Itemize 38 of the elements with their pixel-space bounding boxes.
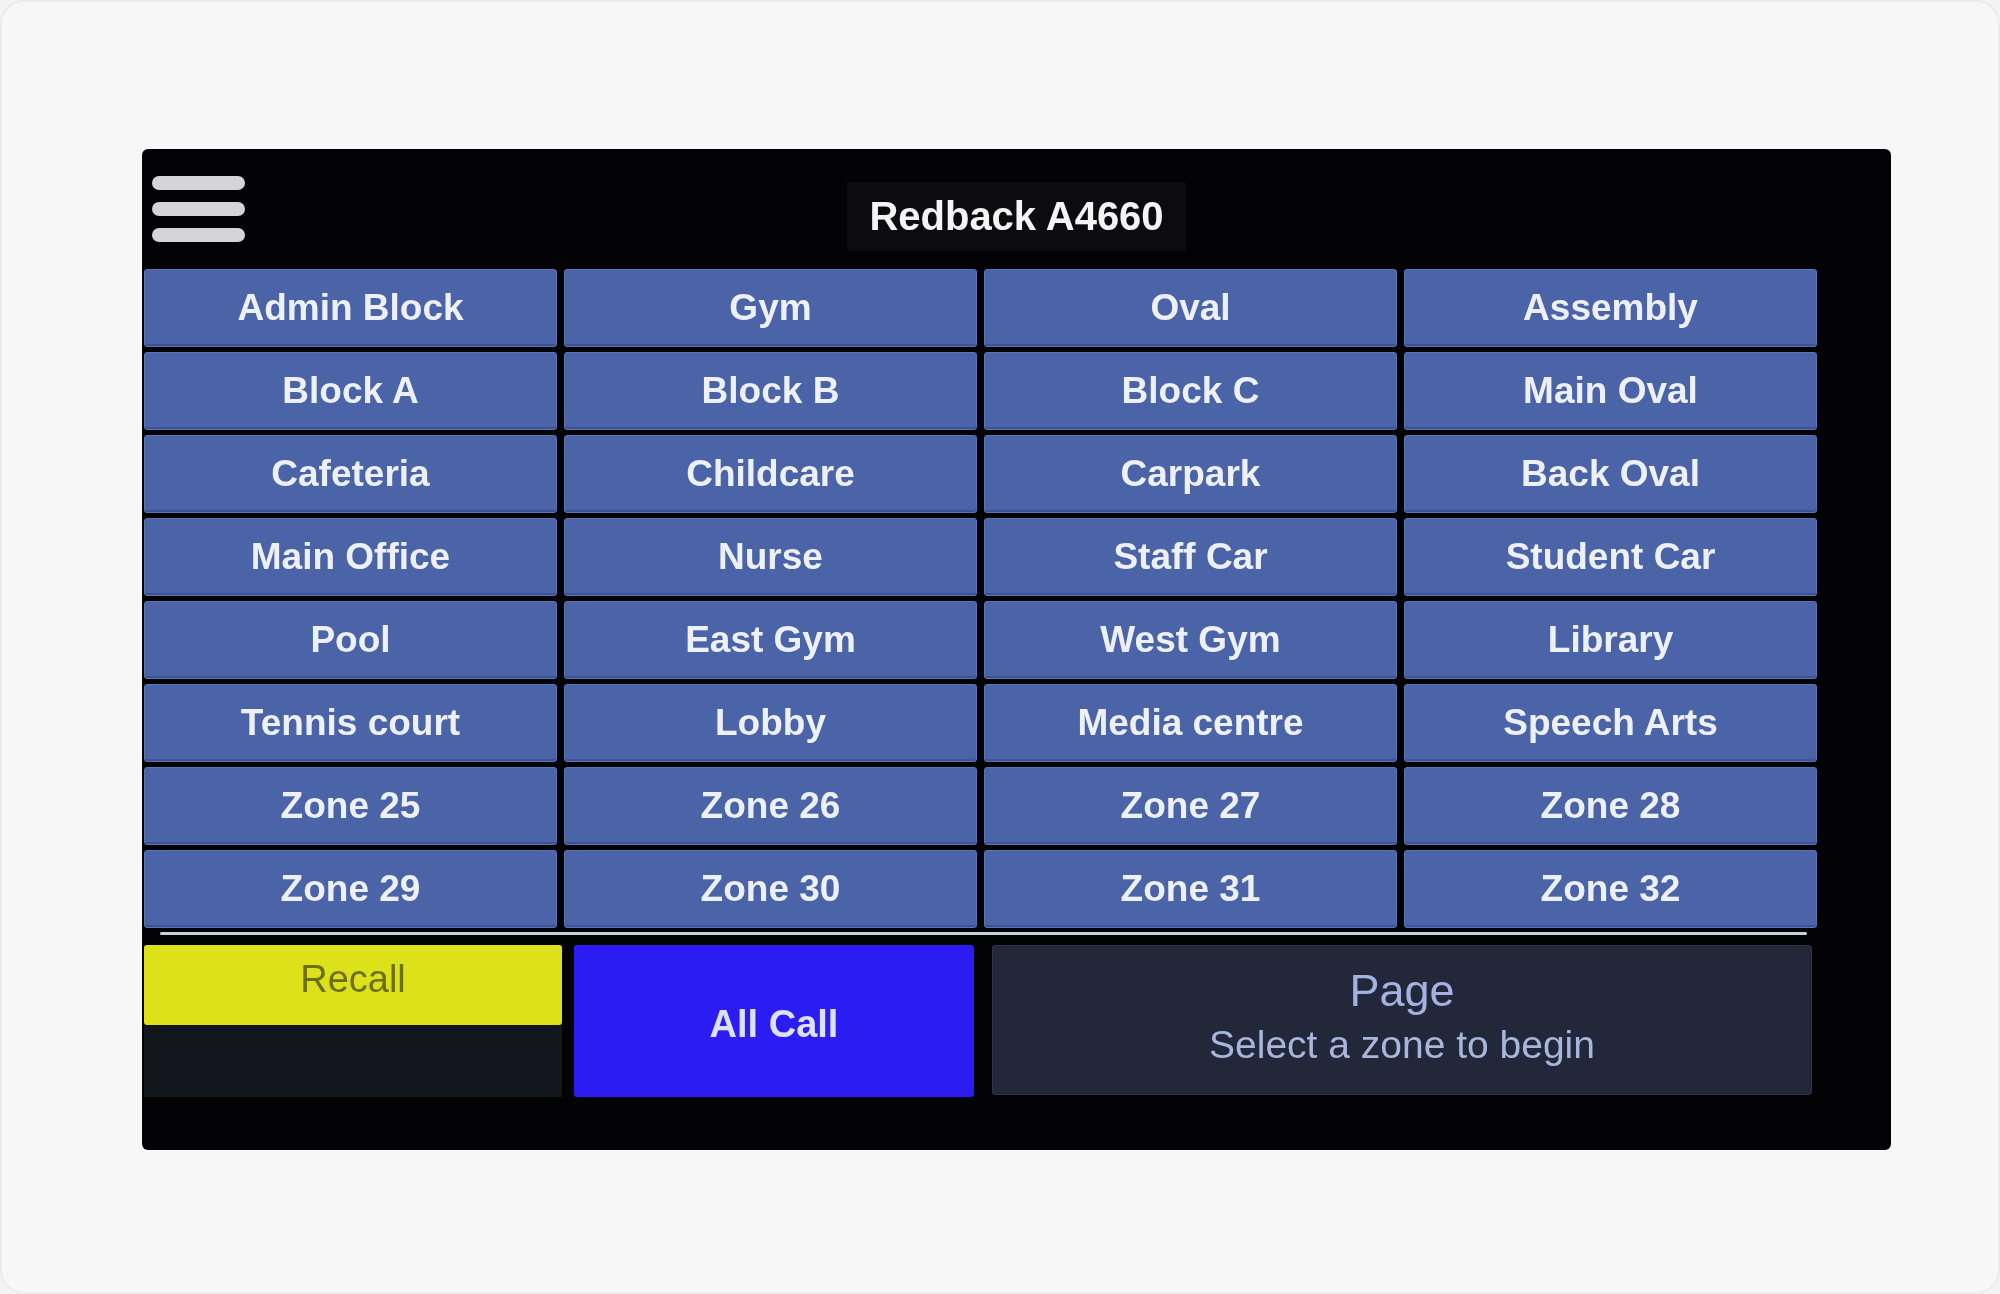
zone-button[interactable]: Nurse: [564, 518, 977, 596]
zone-button[interactable]: Block B: [564, 352, 977, 430]
zone-button[interactable]: Back Oval: [1404, 435, 1817, 513]
zone-button[interactable]: Assembly: [1404, 269, 1817, 347]
all-call-button[interactable]: All Call: [574, 945, 974, 1097]
zone-button[interactable]: Zone 28: [1404, 767, 1817, 845]
zone-button[interactable]: Zone 29: [144, 850, 557, 928]
zone-button[interactable]: Zone 30: [564, 850, 977, 928]
zone-button[interactable]: Media centre: [984, 684, 1397, 762]
zone-button[interactable]: Pool: [144, 601, 557, 679]
zone-button[interactable]: Block A: [144, 352, 557, 430]
zone-button[interactable]: Childcare: [564, 435, 977, 513]
zone-button[interactable]: Cafeteria: [144, 435, 557, 513]
zone-button[interactable]: Tennis court: [144, 684, 557, 762]
zone-button[interactable]: Zone 32: [1404, 850, 1817, 928]
zone-button[interactable]: Main Oval: [1404, 352, 1817, 430]
zone-button[interactable]: Zone 27: [984, 767, 1397, 845]
zone-button[interactable]: Block C: [984, 352, 1397, 430]
zone-button[interactable]: West Gym: [984, 601, 1397, 679]
zone-button[interactable]: Carpark: [984, 435, 1397, 513]
zone-button[interactable]: Admin Block: [144, 269, 557, 347]
zone-button[interactable]: East Gym: [564, 601, 977, 679]
screen-title: Redback A4660: [847, 182, 1186, 251]
page-title: Page: [1349, 965, 1455, 1017]
zone-button[interactable]: Gym: [564, 269, 977, 347]
zone-button[interactable]: Zone 25: [144, 767, 557, 845]
zone-button[interactable]: Staff Car: [984, 518, 1397, 596]
zone-button[interactable]: Zone 26: [564, 767, 977, 845]
zone-button[interactable]: Zone 31: [984, 850, 1397, 928]
status-text: Select a zone to begin: [1209, 1023, 1595, 1067]
zone-button[interactable]: Library: [1404, 601, 1817, 679]
zone-button[interactable]: Oval: [984, 269, 1397, 347]
recall-button[interactable]: Recall: [144, 945, 562, 1025]
zone-button[interactable]: Main Office: [144, 518, 557, 596]
zone-button[interactable]: Lobby: [564, 684, 977, 762]
zone-button[interactable]: Student Car: [1404, 518, 1817, 596]
menu-icon[interactable]: [152, 176, 245, 242]
zone-button[interactable]: Speech Arts: [1404, 684, 1817, 762]
